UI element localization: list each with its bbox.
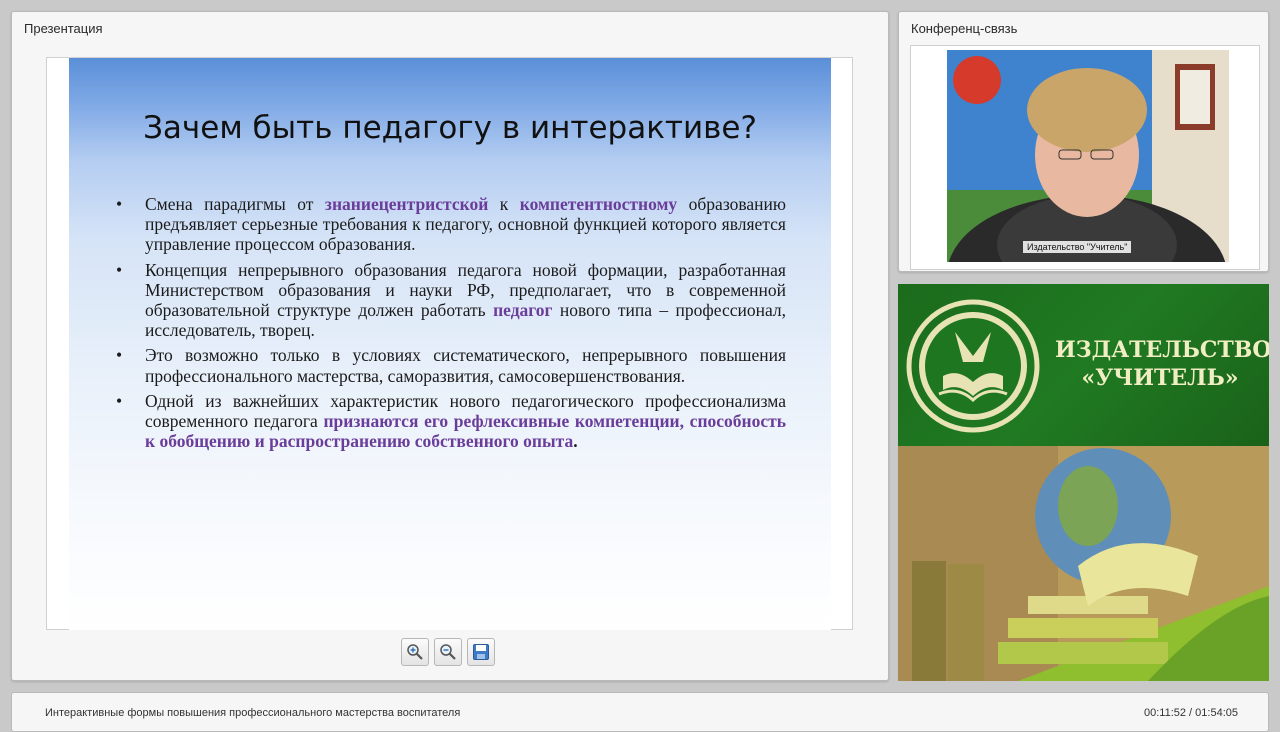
save-button[interactable] bbox=[467, 638, 495, 666]
conference-panel: Конференц-связь Издательство "Учитель" bbox=[898, 11, 1269, 272]
zoom-in-icon bbox=[407, 644, 423, 660]
highlighted-text: знаниецентристской bbox=[324, 194, 489, 214]
participant-name-label: Издательство "Учитель" bbox=[1023, 241, 1132, 253]
publisher-banner-top: ИЗДАТЕЛЬСТВО «УЧИТЕЛЬ» bbox=[898, 284, 1269, 446]
status-bar: Интерактивные формы повышения профессион… bbox=[11, 692, 1269, 732]
bullet-text: Это возможно только в условиях системати… bbox=[145, 345, 786, 386]
books-globe-illustration bbox=[898, 446, 1269, 681]
slide-bullet-list: Смена парадигмы от знаниецентристской к … bbox=[114, 194, 786, 456]
playback-time: 00:11:52 / 01:54:05 bbox=[1144, 707, 1238, 719]
video-frame: Издательство "Учитель" bbox=[910, 45, 1260, 270]
bullet-text: к bbox=[488, 194, 520, 214]
publisher-banner: ИЗДАТЕЛЬСТВО «УЧИТЕЛЬ» bbox=[898, 284, 1269, 681]
slide-title: Зачем быть педагогу в интерактиве? bbox=[143, 110, 757, 146]
publisher-name-line1: ИЗДАТЕЛЬСТВО bbox=[1055, 337, 1269, 363]
slide: Зачем быть педагогу в интерактиве? Смена… bbox=[69, 58, 831, 630]
slide-bullet: Одной из важнейших характеристик нового … bbox=[114, 391, 786, 452]
highlighted-text: компетентностному bbox=[519, 194, 678, 214]
bullet-text: . bbox=[573, 431, 578, 452]
slide-bullet: Это возможно только в условиях системати… bbox=[114, 345, 786, 385]
highlighted-text: педагог bbox=[493, 300, 553, 321]
zoom-out-icon bbox=[440, 644, 456, 660]
presentation-panel-title: Презентация bbox=[24, 21, 103, 36]
presentation-panel: Презентация Зачем быть педагогу в интера… bbox=[11, 11, 889, 681]
slide-viewer[interactable]: Зачем быть педагогу в интерактиве? Смена… bbox=[46, 57, 853, 630]
books-globe-image bbox=[898, 446, 1269, 681]
zoom-in-button[interactable] bbox=[401, 638, 429, 666]
zoom-out-button[interactable] bbox=[434, 638, 462, 666]
webinar-title: Интерактивные формы повышения профессион… bbox=[45, 707, 461, 719]
publisher-name-line2: «УЧИТЕЛЬ» bbox=[1081, 365, 1239, 391]
slide-bullet: Смена парадигмы от знаниецентристской к … bbox=[114, 194, 786, 255]
floppy-disk-icon bbox=[473, 644, 489, 660]
publisher-name: ИЗДАТЕЛЬСТВО «УЧИТЕЛЬ» bbox=[1055, 336, 1269, 392]
conference-panel-title: Конференц-связь bbox=[911, 21, 1018, 36]
slide-bullet: Концепция непрерывного образования педаг… bbox=[114, 260, 786, 341]
publisher-logo-icon bbox=[906, 299, 1040, 433]
speaker-video[interactable]: Издательство "Учитель" bbox=[947, 50, 1229, 262]
speaker-video-image bbox=[947, 50, 1229, 262]
bullet-text: Смена парадигмы от bbox=[145, 194, 325, 214]
